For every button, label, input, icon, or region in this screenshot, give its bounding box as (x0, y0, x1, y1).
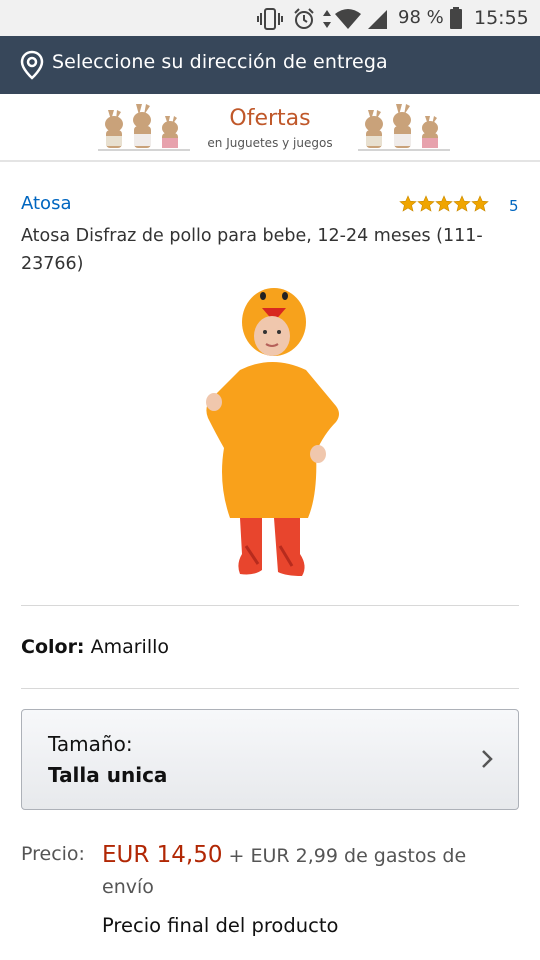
section-divider (21, 605, 519, 606)
delivery-address-label: Seleccione su dirección de entrega (52, 51, 388, 73)
product-title: Atosa Disfraz de pollo para bebe, 12-24 … (21, 226, 483, 274)
color-value: Amarillo (90, 636, 169, 658)
color-selection: Color: Amarillo (21, 636, 169, 658)
banner-subtitle: en Juguetes y juegos (207, 136, 333, 150)
status-bar: 98 % 15:55 (0, 0, 540, 36)
wifi-icon (335, 9, 361, 29)
kangaroo-toys-image-right (358, 104, 450, 151)
data-arrows-icon (323, 10, 331, 28)
location-pin-icon (20, 50, 44, 80)
color-label: Color: (21, 636, 85, 658)
delivery-address-bar[interactable]: Seleccione su dirección de entrega (0, 36, 540, 94)
product-image[interactable] (196, 284, 346, 584)
size-value: Talla unica (48, 763, 168, 787)
size-label: Tamaño: (48, 732, 133, 756)
vibrate-icon (257, 8, 283, 30)
size-selector-button[interactable]: Tamaño: Talla unica (21, 709, 519, 810)
chevron-right-icon (482, 750, 493, 768)
battery-percent: 98 % (398, 7, 444, 28)
price-label: Precio: (21, 843, 85, 865)
banner-title: Ofertas (229, 106, 311, 131)
star-rating[interactable] (399, 195, 491, 213)
alarm-icon (294, 8, 314, 29)
rating-count-link[interactable]: 5 (509, 197, 519, 215)
final-price-note: Precio final del producto (102, 914, 339, 937)
star-icon (399, 195, 489, 212)
price-block: EUR 14,50 + EUR 2,99 de gastos de envío (102, 840, 522, 903)
clock-time: 15:55 (474, 7, 529, 29)
section-divider (21, 688, 519, 689)
signal-icon (368, 10, 387, 29)
battery-icon (450, 7, 462, 29)
brand-link[interactable]: Atosa (21, 193, 71, 214)
deals-banner[interactable]: Ofertas en Juguetes y juegos (0, 94, 540, 162)
price-amount: EUR 14,50 (102, 842, 223, 868)
